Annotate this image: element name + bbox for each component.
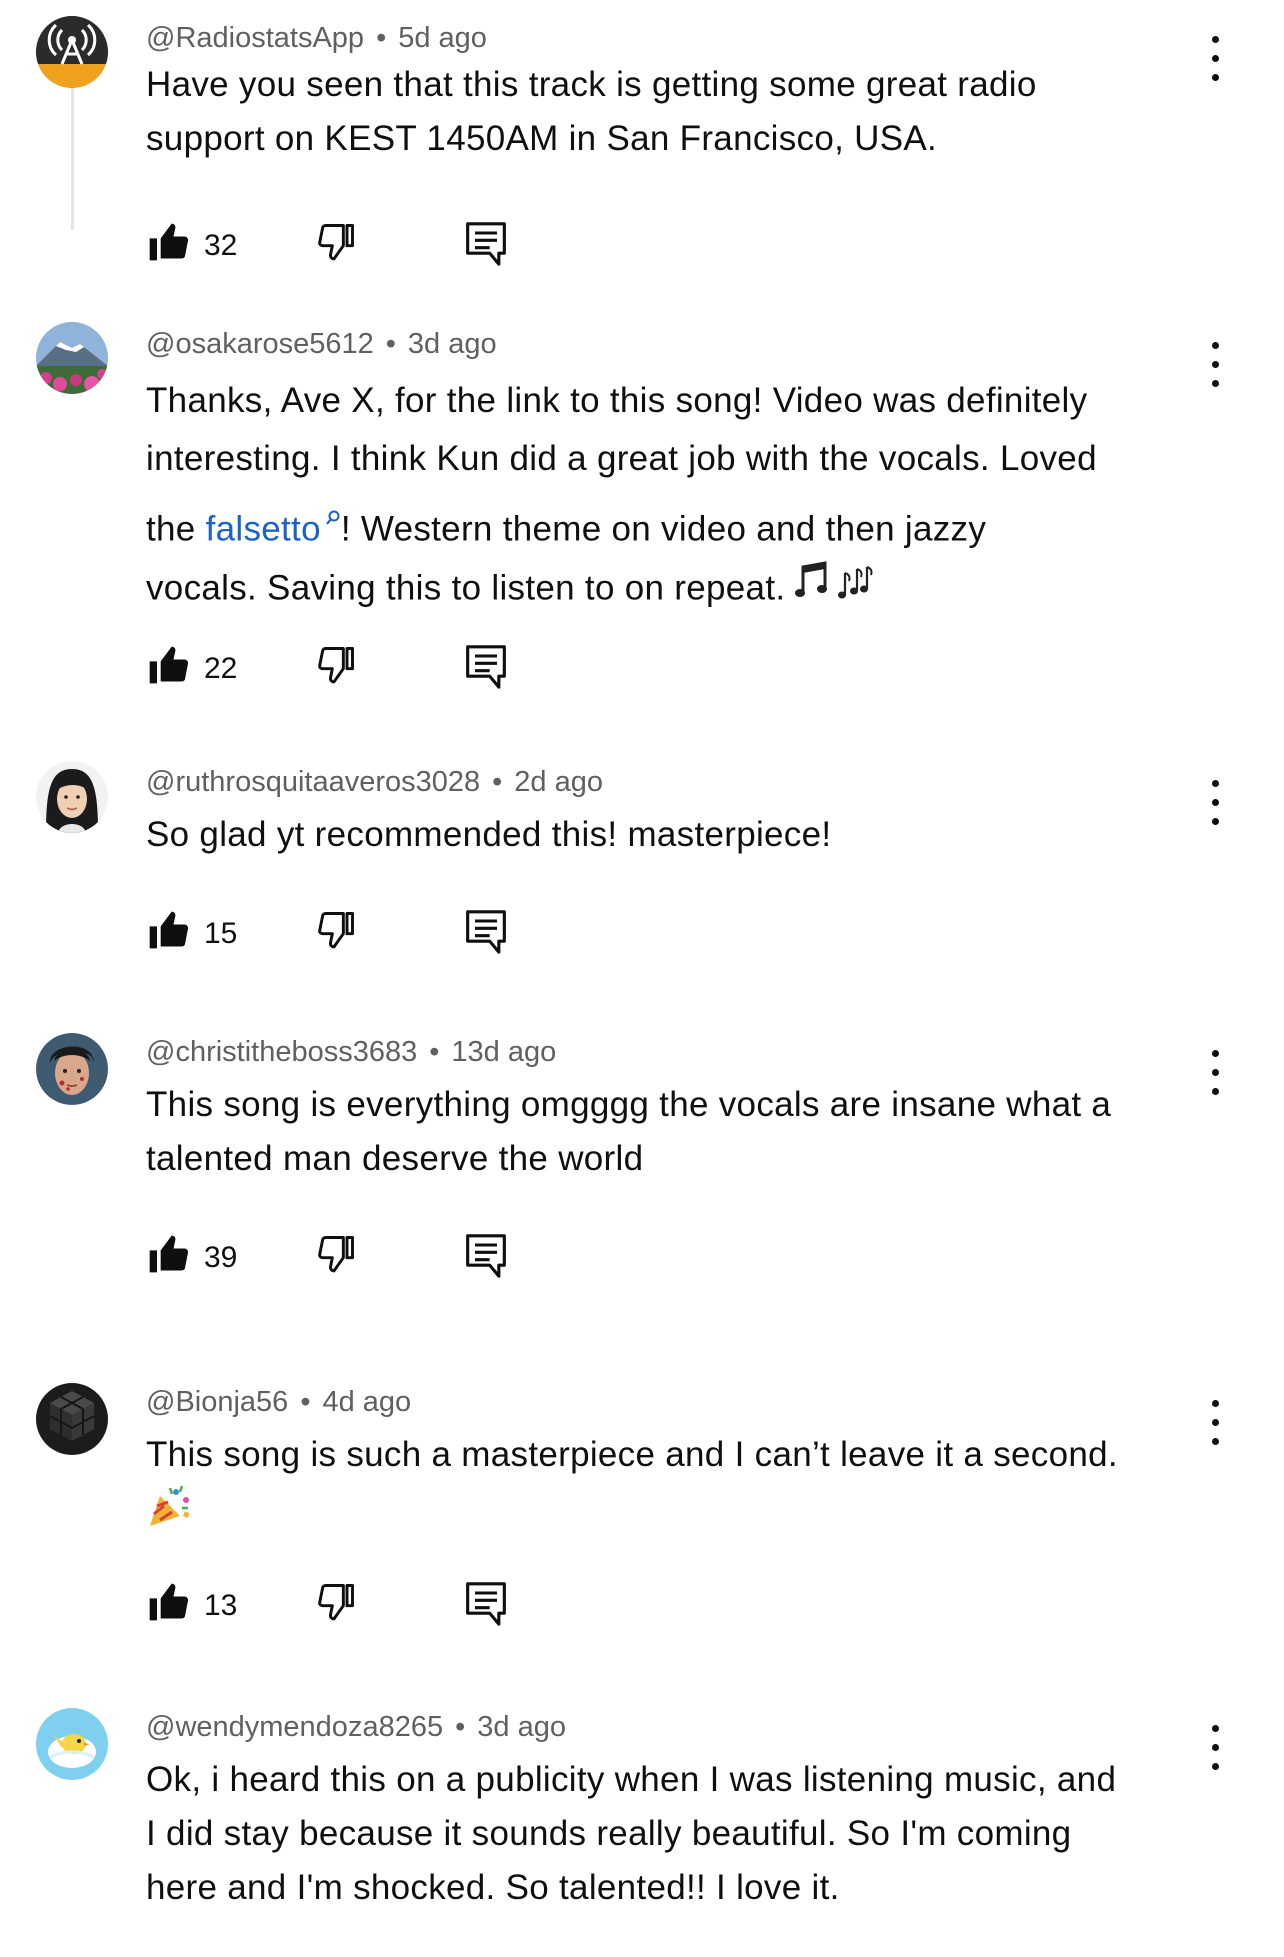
dislike-icon[interactable] [314,1232,358,1281]
more-options-icon[interactable] [1200,780,1230,826]
avatar[interactable] [36,1708,108,1780]
reply-icon[interactable] [464,643,508,696]
comment-text: This song is everything omgggg the vocal… [146,1078,1216,1186]
comment-author[interactable]: @christitheboss3683 [146,1036,417,1068]
like-icon[interactable] [146,908,190,957]
avatar[interactable] [36,1383,108,1455]
more-options-icon[interactable] [1200,1725,1230,1771]
thread-line [71,86,74,230]
mountain-photo-icon [36,322,108,394]
like-count: 39 [204,1241,238,1274]
comment-line: here and I'm shocked. So talented!! I lo… [146,1868,840,1907]
comment-meta: @ruthrosquitaaveros3028 • 2d ago [146,766,603,799]
like-icon[interactable] [146,643,190,692]
like-icon[interactable] [146,1580,190,1629]
comment-line: This song is such a masterpiece and I ca… [146,1435,1118,1474]
text-fragment: ! Western theme on video and then jazzy [340,509,987,549]
dislike-icon[interactable] [314,643,358,692]
more-options-icon[interactable] [1200,1400,1230,1446]
comment-line: Ok, i heard this on a publicity when I w… [146,1760,1117,1799]
meta-separator: • [376,22,387,54]
comment-author[interactable]: @wendymendoza8265 [146,1711,443,1743]
like-count: 32 [204,229,238,262]
comment-line: the falsetto ! Western theme on video and… [146,488,1216,559]
comment-author[interactable]: @Bionja56 [146,1386,288,1418]
comment-line: This song is everything omgggg the vocal… [146,1085,1112,1124]
comment-age: 4d ago [322,1386,412,1418]
comment-age: 2d ago [514,766,603,798]
comment-line: I did stay because it sounds really beau… [146,1814,1072,1853]
text-fragment: vocals. Saving this to listen to on repe… [146,567,786,607]
comment-age: 13d ago [451,1036,557,1068]
meta-separator: • [455,1711,466,1743]
comment-author[interactable]: @ruthrosquitaaveros3028 [146,766,480,798]
reply-icon[interactable] [464,1580,508,1633]
comment-text: This song is such a masterpiece and I ca… [146,1428,1216,1546]
more-options-icon[interactable] [1200,36,1230,82]
dislike-icon[interactable] [314,1580,358,1629]
dark-cubes-icon [36,1383,108,1455]
like-count: 15 [204,917,238,950]
comment-author[interactable]: @osakarose5612 [146,328,374,360]
like-count: 13 [204,1589,238,1622]
comment-line: Have you seen that this track is getting… [146,65,1037,104]
comment-line: talented man deserve the world [146,1139,644,1178]
comment-text: So glad yt recommended this! masterpiece… [146,808,1216,862]
avatar[interactable] [36,761,108,833]
comment-meta: @osakarose5612 • 3d ago [146,328,497,361]
meta-separator: • [385,328,396,360]
meta-separator: • [429,1036,440,1068]
reply-icon[interactable] [464,220,508,273]
reply-icon[interactable] [464,908,508,961]
comment-meta: @RadiostatsApp • 5d ago [146,22,487,55]
comment-line [146,1482,1216,1546]
avatar[interactable] [36,16,108,88]
reply-icon[interactable] [464,1232,508,1285]
comment-age: 3d ago [477,1711,566,1743]
music-notes-icon [795,559,875,621]
search-icon[interactable] [325,488,341,546]
comment-line: So glad yt recommended this! masterpiece… [146,815,832,854]
comment-line: vocals. Saving this to listen to on repe… [146,559,1216,621]
comment-text: Have you seen that this track is getting… [146,58,1216,166]
comment-meta: @Bionja56 • 4d ago [146,1386,411,1419]
comment-line: Thanks, Ave X, for the link to this song… [146,381,1088,420]
like-count: 22 [204,652,238,685]
search-link[interactable]: falsetto [206,510,321,549]
comment-meta: @wendymendoza8265 • 3d ago [146,1711,566,1744]
radio-tower-icon [36,16,108,88]
avatar[interactable] [36,1033,108,1105]
more-options-icon[interactable] [1200,1050,1230,1096]
dislike-icon[interactable] [314,908,358,957]
comment-text: Thanks, Ave X, for the link to this song… [146,372,1216,621]
avatar[interactable] [36,322,108,394]
dislike-icon[interactable] [314,220,358,269]
man-portrait-icon [36,1033,108,1105]
comment-age: 5d ago [398,22,487,54]
comment-text: Ok, i heard this on a publicity when I w… [146,1753,1216,1915]
comment-meta: @christitheboss3683 • 13d ago [146,1036,556,1069]
more-options-icon[interactable] [1200,342,1230,388]
meta-separator: • [300,1386,311,1418]
like-icon[interactable] [146,1232,190,1281]
text-fragment: the [146,509,206,549]
comment-author[interactable]: @RadiostatsApp [146,22,364,54]
bird-cartoon-icon [36,1708,108,1780]
comment-age: 3d ago [407,328,497,360]
woman-portrait-icon [36,761,108,833]
like-icon[interactable] [146,220,190,269]
meta-separator: • [492,766,503,798]
party-popper-icon [146,1482,194,1546]
comment-line: interesting. I think Kun did a great job… [146,439,1097,478]
comment-line: support on KEST 1450AM in San Francisco,… [146,119,938,158]
